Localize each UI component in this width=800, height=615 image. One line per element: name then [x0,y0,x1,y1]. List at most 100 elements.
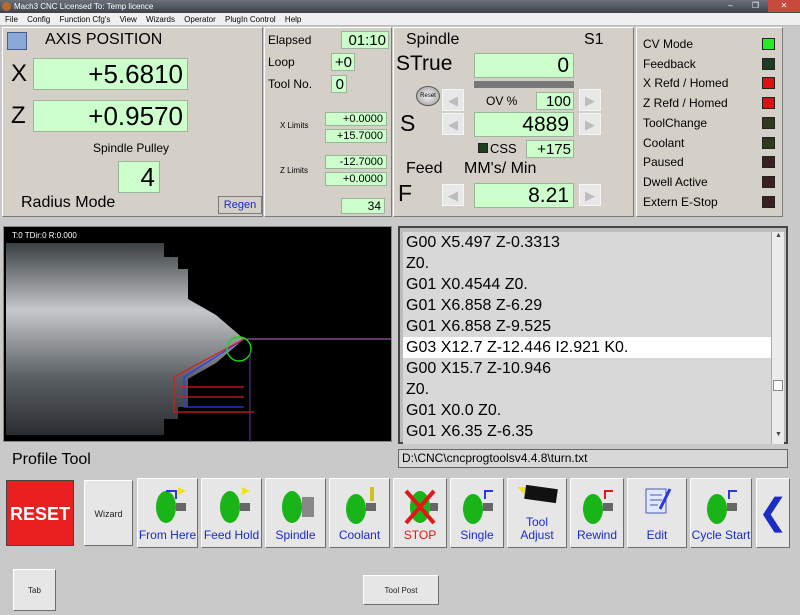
gcode-line[interactable]: G01 X0.4544 Z0. [403,274,771,295]
diag-icon[interactable] [7,32,27,50]
regen-button[interactable]: Regen [218,196,262,214]
scroll-down-icon[interactable]: ▼ [773,431,784,442]
reset-button[interactable]: RESET [6,480,74,546]
s-true-label: STrue [396,52,453,75]
axis-title: AXIS POSITION [45,31,163,48]
coolant-button[interactable]: Coolant [329,478,390,548]
tool-adjust-icon [517,484,558,504]
tool-number-label: Tool No. [268,77,313,91]
gcode-panel: G00 X5.497 Z-0.3313 Z0. G01 X0.4544 Z0. G01… [398,226,788,444]
page-left-button[interactable]: ❮ [756,478,790,548]
led-indicator [762,57,775,70]
f-increase-button[interactable]: ▶ [579,184,601,206]
spindle-button[interactable]: Spindle [265,478,326,548]
scroll-up-icon[interactable]: ▲ [773,232,784,243]
profile-tool-label: Profile Tool [12,451,91,468]
led-label: Dwell Active [643,174,708,189]
edit-icon [645,488,672,514]
feed-hold-label: Feed Hold [203,528,260,542]
led-label: Z Refd / Homed [643,96,728,111]
tab-button[interactable]: Tab [13,569,56,611]
gcode-line[interactable]: G01 X6.858 Z-9.525 [403,316,771,337]
led-label: Extern E-Stop [643,194,718,209]
gcode-line[interactable]: Z0. [403,253,771,274]
led-label: CV Mode [643,37,694,51]
led-indicator [762,175,775,188]
s-decrease-button[interactable]: ◀ [442,113,464,135]
single-icon [463,490,493,524]
toolpath-display[interactable]: T:0 TDir:0 R:0.000 [3,226,392,442]
s-label: S [400,110,416,136]
from-here-button[interactable]: From Here [137,478,198,548]
menu-help[interactable]: Help [285,15,301,24]
menu-function-cfgs[interactable]: Function Cfg's [59,15,110,24]
ov-increase-button[interactable]: ▶ [579,89,601,111]
rewind-button[interactable]: Rewind [570,478,624,548]
scroll-thumb[interactable] [773,380,783,391]
led-indicator [762,136,775,149]
gcode-line[interactable]: G03 X12.7 Z-12.446 I2.921 K0. [403,337,771,358]
ov-decrease-button[interactable]: ◀ [442,89,464,111]
menu-plugin-control[interactable]: PlugIn Control [225,15,276,24]
menu-bar: File Config Function Cfg's View Wizards … [0,13,800,26]
spindle-pulley-dro[interactable]: 4 [118,161,160,193]
app-icon [2,2,11,11]
single-button[interactable]: Single [450,478,504,548]
stop-button[interactable]: STOP [393,478,447,548]
tool-adjust-button[interactable]: Tool Adjust [507,478,567,548]
gcode-scrollbar[interactable]: ▲ ▼ [771,232,784,444]
led-row-x-refd-homed: X Refd / Homed [637,75,782,93]
css-label: CSS [490,141,517,156]
x-limit-max: +15.7000 [325,129,387,143]
menu-view[interactable]: View [120,15,137,24]
stop-icon [404,489,438,525]
gcode-list[interactable]: G00 X5.497 Z-0.3313 Z0. G01 X0.4544 Z0. G01… [403,232,771,444]
line-number-dro[interactable]: 34 [341,198,385,214]
led-indicator [762,38,775,50]
tool-post-button[interactable]: Tool Post [363,575,439,605]
menu-operator[interactable]: Operator [184,15,216,24]
spindle-reset-button[interactable]: Reset [416,86,440,106]
coolant-icon [345,487,376,524]
maximize-button[interactable]: ❐ [743,0,768,12]
x-position-dro[interactable]: +5.6810 [33,58,188,90]
led-row-paused: Paused [637,154,782,172]
ov-percent-dro[interactable]: 100 [536,92,574,110]
gcode-line[interactable]: G01 X6.35 Z-6.35 [403,421,771,442]
gcode-line[interactable]: G00 X15.7 Z-10.946 [403,358,771,379]
cycle-start-button[interactable]: Cycle Start [690,478,752,548]
stock-body [6,243,244,435]
z-limit-max: +0.0000 [325,172,387,186]
rewind-icon [583,490,613,524]
gcode-line[interactable]: Z0. [403,379,771,400]
edit-button[interactable]: Edit [627,478,687,548]
minimize-button[interactable]: – [718,0,743,12]
wizard-button[interactable]: Wizard [84,480,133,546]
gcode-line[interactable]: G00 X5.497 Z-0.3313 [403,232,771,253]
tool-number-dro[interactable]: 0 [331,75,347,93]
feed-label: Feed [406,160,443,177]
led-row-coolant: Coolant [637,135,782,153]
menu-wizards[interactable]: Wizards [146,15,175,24]
f-decrease-button[interactable]: ◀ [442,184,464,206]
feed-hold-button[interactable]: Feed Hold [201,478,262,548]
close-button[interactable]: ✕ [768,0,800,12]
coolant-label: Coolant [338,528,381,542]
window-title: Mach3 CNC Licensed To: Temp licence [14,2,154,11]
gcode-line[interactable]: G01 X6.858 Z-6.29 [403,295,771,316]
title-bar: Mach3 CNC Licensed To: Temp licence – ❐ … [0,0,800,13]
menu-file[interactable]: File [5,15,18,24]
spindle-title: Spindle [406,31,460,48]
menu-config[interactable]: Config [27,15,50,24]
led-indicator [762,116,775,129]
loop-label: Loop [268,55,295,69]
spindle-label: Spindle [275,528,316,542]
loop-dro[interactable]: +0 [331,53,355,71]
led-row-cv-mode: CV Mode [637,36,782,54]
led-row-z-refd-homed: Z Refd / Homed [637,95,782,113]
s-increase-button[interactable]: ▶ [579,113,601,135]
s-dro[interactable]: 4889 [474,112,574,137]
z-position-dro[interactable]: +0.9570 [33,100,188,132]
gcode-line[interactable]: G01 X0.0 Z0. [403,400,771,421]
f-dro[interactable]: 8.21 [474,183,574,208]
